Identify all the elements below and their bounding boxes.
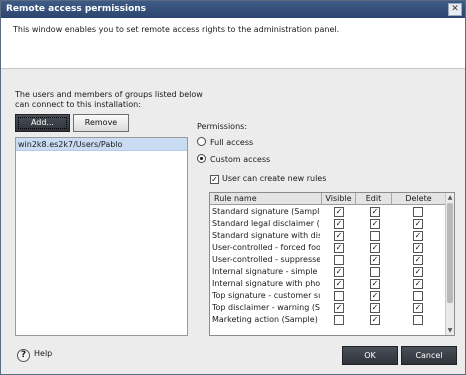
rule-name: Standard signature (Sample) — [212, 207, 320, 216]
rule-name: Marketing action (Sample) — [212, 315, 318, 324]
rule-delete-checkbox[interactable]: ✓ — [413, 231, 423, 241]
remove-user-button[interactable]: Remove — [73, 114, 129, 132]
rule-row[interactable]: User-controlled - suppressed ✓ ✓ — [210, 254, 446, 266]
rule-edit-checkbox[interactable] — [370, 231, 380, 241]
rule-visible-checkbox[interactable] — [334, 255, 344, 265]
rules-table-header: Rule name Visible Edit Delete — [210, 193, 446, 205]
users-label-line1: The users and members of groups listed b… — [15, 90, 203, 99]
rule-visible-checkbox[interactable]: ✓ — [334, 219, 344, 229]
column-header-delete[interactable]: Delete — [392, 193, 446, 205]
rule-delete-checkbox[interactable] — [413, 315, 423, 325]
rule-visible-checkbox[interactable]: ✓ — [334, 207, 344, 217]
help-link[interactable]: ? Help — [17, 347, 53, 362]
rules-table: Rule name Visible Edit Delete Standard s… — [209, 192, 455, 336]
rule-delete-checkbox[interactable]: ✓ — [413, 255, 423, 265]
rule-row[interactable]: Marketing action (Sample) ✓ — [210, 314, 446, 326]
permissions-label: Permissions: — [197, 122, 248, 131]
rule-delete-checkbox[interactable]: ✓ — [413, 303, 423, 313]
rule-edit-checkbox[interactable]: ✓ — [370, 243, 380, 253]
rule-row[interactable]: User-controlled - forced foot ✓ ✓ ✓ — [210, 242, 446, 254]
rule-row[interactable]: Standard legal disclaimer (S ✓ ✓ ✓ — [210, 218, 446, 230]
cancel-button-label: Cancel — [415, 351, 443, 360]
rule-row[interactable]: Standard signature with discl ✓ ✓ — [210, 230, 446, 242]
column-header-rule-name[interactable]: Rule name — [210, 193, 322, 205]
rules-scrollbar[interactable]: ▲ ▼ — [445, 193, 454, 335]
help-label: Help — [34, 349, 53, 358]
users-list[interactable]: win2k8.es2k7/Users/Pablo — [15, 137, 188, 336]
rule-delete-checkbox[interactable] — [413, 207, 423, 217]
column-header-visible[interactable]: Visible — [322, 193, 356, 205]
rule-edit-checkbox[interactable]: ✓ — [370, 219, 380, 229]
users-list-item[interactable]: win2k8.es2k7/Users/Pablo — [16, 138, 187, 151]
rule-edit-checkbox[interactable]: ✓ — [370, 303, 380, 313]
rule-visible-checkbox[interactable] — [334, 315, 344, 325]
rule-delete-checkbox[interactable]: ✓ — [413, 267, 423, 277]
column-header-edit[interactable]: Edit — [356, 193, 392, 205]
rule-edit-checkbox[interactable]: ✓ — [370, 255, 380, 265]
rule-name: Top disclaimer - warning (Sa — [212, 303, 320, 312]
rule-name: Internal signature - simple (S — [212, 267, 320, 276]
cancel-button[interactable]: Cancel — [401, 346, 457, 365]
dialog-description: This window enables you to set remote ac… — [13, 25, 340, 34]
full-access-label: Full access — [210, 138, 254, 147]
full-access-radio[interactable]: Full access — [197, 137, 253, 149]
rule-row[interactable]: Standard signature (Sample) ✓ ✓ — [210, 206, 446, 218]
custom-access-label: Custom access — [210, 155, 271, 164]
rule-edit-checkbox[interactable]: ✓ — [370, 315, 380, 325]
ok-button[interactable]: OK — [342, 346, 398, 365]
dialog-header: This window enables you to set remote ac… — [1, 18, 465, 69]
add-button-label: Add... — [30, 118, 55, 127]
remove-button-label: Remove — [84, 118, 118, 127]
rule-delete-checkbox[interactable]: ✓ — [413, 279, 423, 289]
rule-row[interactable]: Top disclaimer - warning (Sa ✓ ✓ ✓ — [210, 302, 446, 314]
rule-visible-checkbox[interactable] — [334, 291, 344, 301]
scrollbar-thumb[interactable] — [447, 203, 453, 303]
create-rules-checkbox[interactable]: ✓ User can create new rules — [210, 173, 326, 185]
rule-delete-checkbox[interactable]: ✓ — [413, 219, 423, 229]
checkmark-icon: ✓ — [210, 175, 219, 184]
rule-name: Top signature - customer su — [212, 291, 320, 300]
users-list-label: The users and members of groups listed b… — [15, 90, 215, 110]
create-rules-label: User can create new rules — [222, 174, 327, 183]
rule-name: Internal signature with photo — [212, 279, 320, 288]
rule-delete-checkbox[interactable] — [413, 291, 423, 301]
rule-row[interactable]: Internal signature - simple (S ✓ ✓ — [210, 266, 446, 278]
users-label-line2: can connect to this installation: — [15, 100, 141, 109]
close-button[interactable]: ✕ — [448, 3, 462, 16]
rule-edit-checkbox[interactable]: ✓ — [370, 279, 380, 289]
ok-button-label: OK — [364, 351, 376, 360]
rule-visible-checkbox[interactable]: ✓ — [334, 267, 344, 277]
rule-name: User-controlled - suppressed — [212, 255, 320, 264]
rule-name: Standard signature with discl — [212, 231, 320, 240]
help-icon: ? — [17, 349, 30, 362]
dialog-titlebar: Remote access permissions ✕ — [1, 1, 465, 18]
rule-delete-checkbox[interactable]: ✓ — [413, 243, 423, 253]
rule-visible-checkbox[interactable]: ✓ — [334, 279, 344, 289]
rule-row[interactable]: Internal signature with photo ✓ ✓ ✓ — [210, 278, 446, 290]
rule-edit-checkbox[interactable]: ✓ — [370, 207, 380, 217]
rule-visible-checkbox[interactable]: ✓ — [334, 231, 344, 241]
rule-edit-checkbox[interactable]: ✓ — [370, 291, 380, 301]
dialog-title: Remote access permissions — [6, 4, 147, 14]
rule-name: Standard legal disclaimer (S — [212, 219, 320, 228]
rule-row[interactable]: Top signature - customer su ✓ — [210, 290, 446, 302]
chevron-down-icon[interactable]: ▼ — [446, 326, 454, 335]
rule-name: User-controlled - forced foot — [212, 243, 320, 252]
radio-button-selected-icon — [197, 154, 206, 163]
remote-access-dialog: Remote access permissions ✕ This window … — [0, 0, 466, 375]
custom-access-radio[interactable]: Custom access — [197, 154, 270, 166]
chevron-up-icon[interactable]: ▲ — [446, 193, 454, 202]
rule-visible-checkbox[interactable]: ✓ — [334, 303, 344, 313]
add-user-button[interactable]: Add... — [15, 114, 70, 132]
radio-button-icon — [197, 137, 206, 146]
rule-visible-checkbox[interactable]: ✓ — [334, 243, 344, 253]
rule-edit-checkbox[interactable] — [370, 267, 380, 277]
